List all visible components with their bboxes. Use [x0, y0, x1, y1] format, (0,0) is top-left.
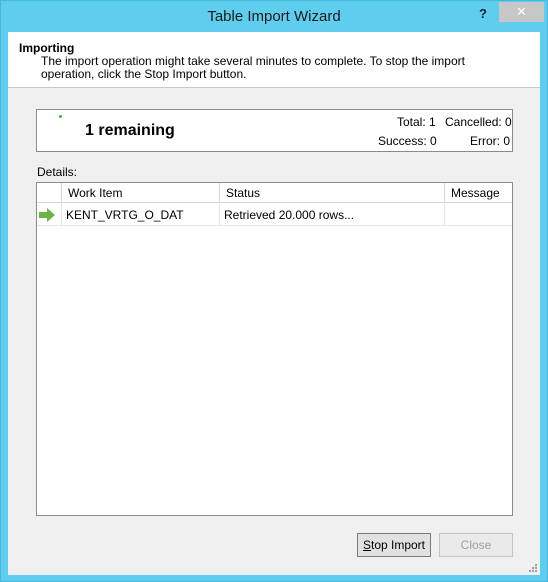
stop-import-mnemonic: S: [362, 538, 371, 552]
error-count: Error: 0: [470, 134, 511, 148]
title-bar[interactable]: Table Import Wizard ? ✕: [1, 1, 547, 32]
success-count: Success: 0: [378, 134, 437, 148]
work-item-column-header[interactable]: Work Item: [62, 183, 220, 203]
remaining-count: 1 remaining: [85, 122, 175, 139]
window-title: Table Import Wizard: [207, 8, 341, 25]
cancelled-count: Cancelled: 0: [445, 115, 512, 129]
header-panel: Importing The import operation might tak…: [8, 32, 540, 88]
right-arrow-icon: [39, 208, 55, 222]
close-window-button[interactable]: ✕: [499, 2, 544, 22]
stop-import-button[interactable]: Stop Import: [357, 533, 431, 557]
progress-indicator-icon: [59, 115, 62, 118]
dialog-body: Importing The import operation might tak…: [8, 32, 540, 575]
table-row[interactable]: KENT_VRTG_O_DAT Retrieved 20.000 rows...: [37, 204, 512, 226]
progress-summary-box: 1 remaining Total: 1 Cancelled: 0 Succes…: [36, 109, 513, 152]
resize-grip-icon[interactable]: [528, 563, 538, 573]
header-title: Importing: [19, 41, 75, 55]
wizard-window: Table Import Wizard ? ✕ Importing The im…: [0, 0, 548, 582]
status-column-header[interactable]: Status: [220, 183, 445, 203]
details-label: Details:: [37, 165, 78, 179]
icon-column-header: [37, 183, 62, 203]
help-button[interactable]: ?: [471, 4, 495, 24]
work-item-cell: KENT_VRTG_O_DAT: [62, 204, 220, 226]
close-button[interactable]: Close: [439, 533, 513, 557]
grid-header: Work Item Status Message: [37, 183, 512, 203]
stop-import-label: top Import: [370, 538, 426, 552]
message-column-header[interactable]: Message: [445, 183, 512, 203]
status-cell: Retrieved 20.000 rows...: [220, 204, 445, 226]
message-cell: [445, 204, 512, 226]
details-grid[interactable]: Work Item Status Message KENT_VRTG_O_DAT…: [36, 182, 513, 516]
total-count: Total: 1: [397, 115, 436, 129]
header-description: The import operation might take several …: [41, 54, 465, 81]
row-status-cell: [37, 204, 62, 226]
